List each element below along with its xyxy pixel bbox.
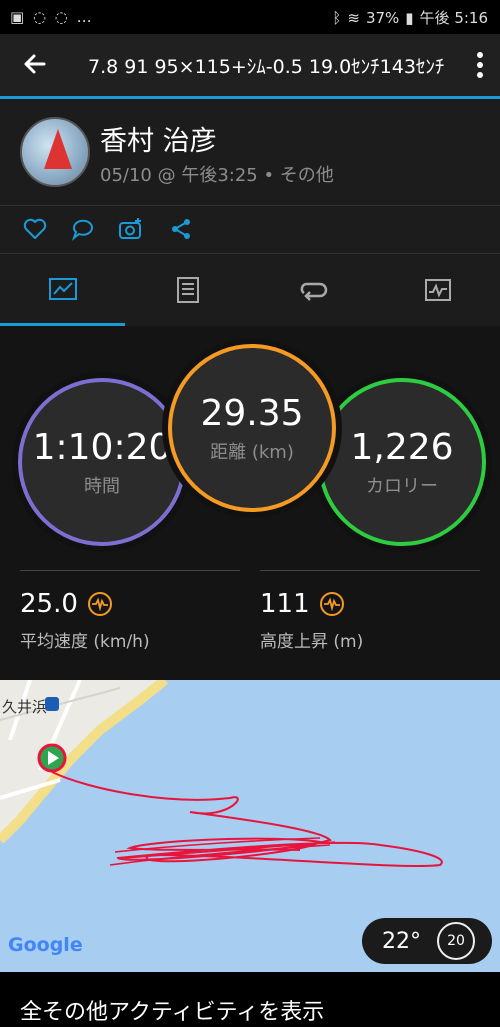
bluetooth-icon: ᛒ bbox=[332, 8, 342, 27]
app-bar: 7.8 91 95×115+ｼﾑ-0.5 19.0ｾﾝﾁ143ｾﾝﾁ bbox=[0, 34, 500, 96]
user-name[interactable]: 香村 治彦 bbox=[100, 119, 217, 158]
calories-value: 1,226 bbox=[350, 426, 454, 468]
battery-percent: 37% bbox=[365, 8, 400, 27]
wifi-icon: ≋ bbox=[347, 8, 360, 27]
notification-icons: ▣ ◌ ◌ … bbox=[10, 8, 94, 26]
laps-loop-icon bbox=[300, 282, 327, 301]
metric-divider bbox=[20, 570, 240, 571]
activity-header: 香村 治彦 05/10 @ 午後3:25 • その他 bbox=[0, 99, 500, 205]
pulse-badge-icon[interactable] bbox=[319, 592, 344, 616]
status-right: ᛒ ≋ 37% ▮ 午後 5:16 bbox=[332, 7, 488, 28]
tab-overview[interactable] bbox=[0, 254, 125, 326]
chart-icon bbox=[424, 279, 451, 301]
temperature: 22° bbox=[382, 928, 421, 954]
tab-charts[interactable] bbox=[375, 254, 500, 326]
wind-speed-icon: 20 bbox=[437, 922, 475, 960]
distance-value: 29.35 bbox=[200, 392, 304, 434]
clock: 午後 5:16 bbox=[419, 9, 488, 27]
avatar[interactable] bbox=[20, 117, 90, 187]
battery-icon: ▮ bbox=[405, 8, 414, 27]
route-map[interactable]: 久井浜 Google 22° 20 bbox=[0, 680, 500, 972]
tab-details[interactable] bbox=[125, 254, 250, 326]
time-circle: 1:10:20 時間 bbox=[18, 378, 186, 546]
time-label: 時間 bbox=[84, 475, 120, 497]
overview-icon bbox=[48, 278, 77, 300]
comment-icon[interactable] bbox=[70, 216, 96, 242]
elevation-metric: 111 高度上昇 (m) bbox=[260, 570, 480, 652]
footer: 全その他アクティビティを表示 bbox=[0, 972, 500, 1027]
stats-panel: 1:10:20 時間 1,226 カロリー 29.35 距離 (km) 25.0… bbox=[0, 326, 500, 680]
camera-add-icon[interactable] bbox=[118, 216, 144, 242]
google-logo: Google bbox=[8, 934, 83, 956]
calories-label: カロリー bbox=[366, 475, 438, 497]
avg-speed-label: 平均速度 (km/h) bbox=[20, 632, 150, 652]
distance-label: 距離 (km) bbox=[210, 441, 294, 463]
more-vert-icon[interactable] bbox=[476, 50, 484, 80]
metric-divider bbox=[260, 570, 480, 571]
elevation-value: 111 bbox=[260, 589, 310, 619]
share-icon[interactable] bbox=[168, 216, 194, 242]
elevation-label: 高度上昇 (m) bbox=[260, 632, 364, 652]
back-arrow-icon[interactable] bbox=[20, 49, 50, 79]
wind-value: 20 bbox=[447, 933, 465, 949]
avg-speed-value: 25.0 bbox=[20, 589, 78, 619]
place-label: 久井浜 bbox=[2, 698, 48, 716]
distance-circle: 29.35 距離 (km) bbox=[168, 344, 336, 512]
weather-pill[interactable]: 22° 20 bbox=[362, 918, 492, 964]
details-list-icon bbox=[176, 277, 199, 303]
like-heart-icon[interactable] bbox=[22, 216, 48, 242]
activity-meta: 05/10 @ 午後3:25 • その他 bbox=[100, 165, 334, 186]
tab-bar bbox=[0, 254, 500, 326]
avg-speed-metric: 25.0 平均速度 (km/h) bbox=[20, 570, 240, 652]
pulse-badge-icon[interactable] bbox=[87, 592, 112, 616]
activity-title: 7.8 91 95×115+ｼﾑ-0.5 19.0ｾﾝﾁ143ｾﾝﾁ bbox=[88, 56, 445, 78]
tab-laps[interactable] bbox=[250, 254, 375, 326]
status-bar: ▣ ◌ ◌ … ᛒ ≋ 37% ▮ 午後 5:16 bbox=[0, 0, 500, 34]
calories-circle: 1,226 カロリー bbox=[318, 378, 486, 546]
action-bar bbox=[0, 206, 500, 254]
time-value: 1:10:20 bbox=[32, 426, 172, 468]
view-all-activities-link[interactable]: 全その他アクティビティを表示 bbox=[20, 994, 324, 1026]
station-icon bbox=[45, 697, 59, 711]
